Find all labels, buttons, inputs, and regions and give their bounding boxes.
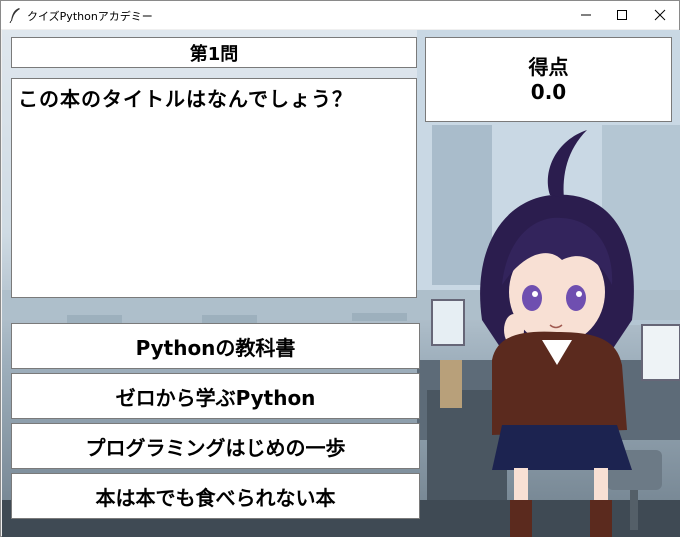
question-number: 第1問 — [11, 37, 417, 68]
score-value: 0.0 — [530, 79, 567, 104]
answer-button-1[interactable]: Pythonの教科書 — [11, 323, 420, 369]
question-text: この本のタイトルはなんでしょう？ — [11, 78, 417, 298]
close-button[interactable] — [637, 1, 680, 29]
close-icon — [654, 9, 666, 21]
quiz-canvas: 第1問 この本のタイトルはなんでしょう？ 得点 0.0 Pythonの教科書 ゼ… — [2, 30, 680, 537]
title-bar[interactable]: クイズPythonアカデミー — [1, 1, 679, 29]
feather-icon — [9, 8, 20, 23]
answer-button-2[interactable]: ゼロから学ぶPython — [11, 373, 420, 419]
answer-button-4[interactable]: 本は本でも食べられない本 — [11, 473, 420, 519]
window-title: クイズPythonアカデミー — [27, 10, 153, 23]
minimize-icon — [581, 14, 591, 16]
score-label: 得点 — [528, 54, 569, 79]
answer-button-3[interactable]: プログラミングはじめの一歩 — [11, 423, 420, 469]
score-panel: 得点 0.0 — [425, 37, 672, 122]
maximize-icon — [617, 10, 627, 20]
app-window: クイズPythonアカデミー 第1問 この本のタイトルはなんでしょう？ 得点 0… — [0, 0, 680, 537]
